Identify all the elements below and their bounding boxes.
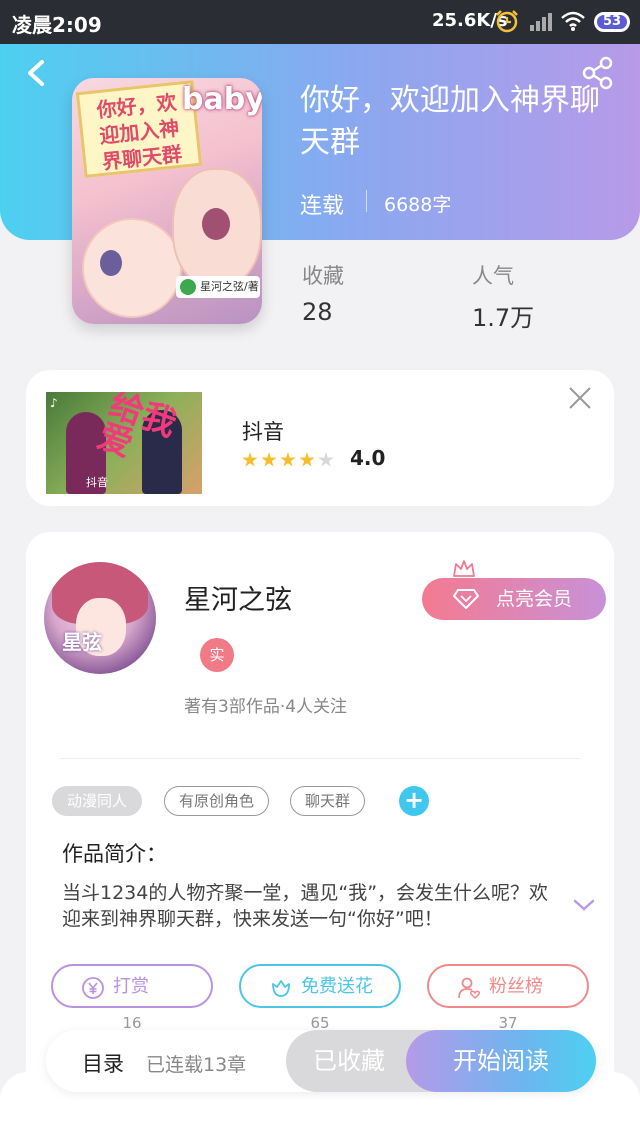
book-cover[interactable]: 你好，欢 迎加入神 界聊天群 baby 星河之弦/著 xyxy=(72,78,262,324)
battery-indicator: 53 xyxy=(594,12,630,32)
tip-button-label: 打赏 xyxy=(113,976,149,997)
cover-eye xyxy=(100,250,122,276)
crown-icon xyxy=(453,560,475,577)
divider xyxy=(60,758,580,759)
ad-thumbnail[interactable]: 给我爱 ♪ 抖音 xyxy=(46,392,202,494)
ad-rating-value: 4.0 xyxy=(350,446,386,470)
vip-button[interactable]: 点亮会员 xyxy=(422,578,606,620)
stat-favorites-value: 28 xyxy=(302,298,333,326)
close-icon[interactable] xyxy=(566,384,594,412)
ad-app-name: 抖音 xyxy=(242,420,284,444)
verified-badge: 实 xyxy=(200,638,234,672)
chapter-count[interactable]: 已连载13章 xyxy=(146,1050,246,1077)
cover-character xyxy=(82,218,182,318)
vip-button-label: 点亮会员 xyxy=(496,588,573,610)
author-meta: 著有3部作品·4人关注 xyxy=(184,697,348,717)
toc-button[interactable]: 目录 xyxy=(82,1048,124,1078)
send-flower-label: 免费送花 xyxy=(301,976,373,997)
start-reading-button[interactable]: 开始阅读 xyxy=(406,1030,596,1092)
intro-text: 当斗1234的人物齐聚一堂，遇见“我”，会发生什么呢？欢迎来到神界聊天群，快来发… xyxy=(62,882,549,930)
tiktok-icon: ♪ xyxy=(50,396,58,410)
fan-ranking-button[interactable]: 粉丝榜 xyxy=(427,964,589,1008)
fan-ranking-label: 粉丝榜 xyxy=(489,976,543,997)
cover-author-text: 星河之弦/著 xyxy=(200,280,259,293)
flower-icon xyxy=(272,980,290,997)
user-heart-icon xyxy=(458,977,481,1000)
cover-eye xyxy=(202,208,230,240)
star-icon xyxy=(299,452,315,467)
cover-author-tag: 星河之弦/著 xyxy=(176,276,260,298)
search-icon xyxy=(180,279,196,295)
status-bar: 凌晨2:09 25.6K/s 53 xyxy=(0,0,640,44)
tag-item[interactable]: 有原创角色 xyxy=(164,786,270,816)
book-title: 你好，欢迎加入神界聊天群 xyxy=(300,83,600,160)
star-icon xyxy=(261,452,277,467)
book-word-count: 6688字 xyxy=(384,194,452,216)
battery-level: 53 xyxy=(602,14,622,29)
author-avatar[interactable]: 星弦 xyxy=(44,562,156,674)
back-arrow-icon[interactable] xyxy=(22,56,52,90)
tag-item[interactable]: 动漫同人 xyxy=(52,786,143,816)
ad-card[interactable]: 给我爱 ♪ 抖音 抖音 4.0 xyxy=(26,370,614,506)
ad-rating-stars xyxy=(242,452,334,468)
ad-thumb-watermark: 抖音 xyxy=(86,476,108,489)
signal-icon xyxy=(530,13,552,31)
stat-popularity-value: 1.7万 xyxy=(472,304,535,332)
add-tag-button[interactable]: + xyxy=(399,786,429,816)
tag-item[interactable]: 聊天群 xyxy=(290,786,366,816)
diamond-icon xyxy=(453,589,479,609)
stat-favorites-label: 收藏 xyxy=(302,264,344,288)
yen-icon xyxy=(82,977,104,999)
stat-popularity-label: 人气 xyxy=(472,264,514,288)
star-icon xyxy=(242,452,258,467)
divider xyxy=(366,190,367,212)
author-name[interactable]: 星河之弦 xyxy=(184,578,292,617)
alarm-icon xyxy=(496,10,518,33)
wifi-icon xyxy=(561,11,585,31)
tip-button[interactable]: 打赏 xyxy=(51,964,213,1008)
chevron-down-icon[interactable] xyxy=(572,896,596,914)
star-icon xyxy=(280,452,296,467)
star-icon xyxy=(318,452,334,467)
avatar-text: 星弦 xyxy=(62,630,102,654)
book-status: 连载 xyxy=(300,194,345,219)
cover-baby-text: baby xyxy=(182,82,262,117)
status-time: 凌晨2:09 xyxy=(12,13,102,37)
intro-title: 作品简介： xyxy=(62,842,167,866)
send-flower-button[interactable]: 免费送花 xyxy=(239,964,401,1008)
